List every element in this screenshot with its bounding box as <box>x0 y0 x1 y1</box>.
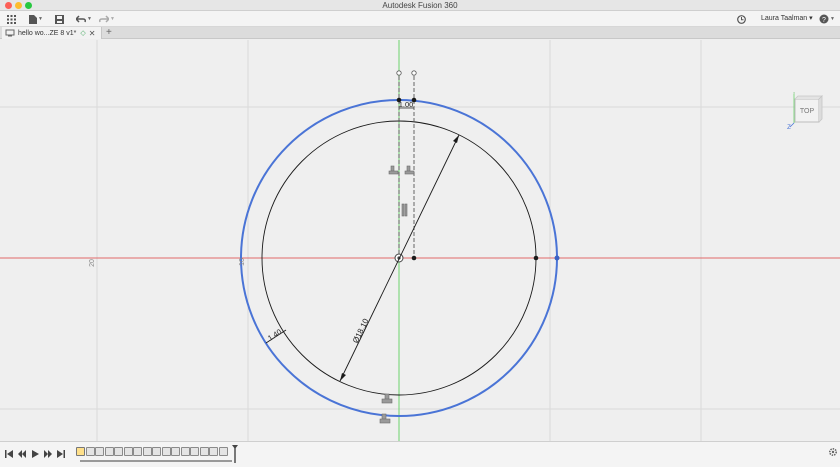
dimension-endpoint[interactable] <box>396 70 402 76</box>
timeline-bar <box>0 441 840 467</box>
grid-icon <box>6 14 16 24</box>
design-canvas[interactable]: 1.00 Ø18.10 1.40 20 10 TOP Y Z <box>0 40 840 441</box>
window-title: Autodesk Fusion 360 <box>382 1 458 10</box>
go-to-start-button[interactable] <box>4 448 14 460</box>
skip-start-icon <box>5 450 13 458</box>
timeline-feature-extrude[interactable] <box>95 447 104 456</box>
document-tab[interactable]: hello wo...ZE 8 v1* ◇ ✕ <box>2 27 102 39</box>
play-button[interactable] <box>30 448 40 460</box>
view-cube-z-label: Z <box>787 125 791 131</box>
timeline-feature-sketch[interactable] <box>142 447 152 456</box>
job-status-button[interactable] <box>736 12 747 26</box>
dimension-arrow <box>340 373 346 381</box>
diameter-dimension-label[interactable]: Ø18.10 <box>351 317 371 345</box>
help-icon: ? <box>819 14 829 24</box>
width-dimension-label[interactable]: 1.00 <box>399 100 414 109</box>
fix-constraint-icon[interactable] <box>381 393 393 404</box>
window-titlebar: Autodesk Fusion 360 <box>0 0 840 11</box>
timeline-settings-gear-icon[interactable] <box>828 447 838 457</box>
document-tab-bar: hello wo...ZE 8 v1* ◇ ✕ + <box>0 27 840 39</box>
dimension-endpoint[interactable] <box>411 70 417 76</box>
close-tab-icon[interactable]: ✕ <box>89 29 96 38</box>
sketch-point[interactable] <box>533 255 539 261</box>
fix-constraint-icon[interactable] <box>404 165 415 175</box>
timeline-feature-extrude[interactable] <box>180 447 190 456</box>
constraint-glyphs[interactable] <box>379 165 415 424</box>
timeline-feature-extrude[interactable] <box>114 447 123 456</box>
data-panel-button[interactable] <box>5 12 17 26</box>
file-menu-button[interactable]: ▼ <box>27 12 45 26</box>
timeline-feature-extrude[interactable] <box>85 447 95 456</box>
chevron-down-icon: ▼ <box>830 16 835 22</box>
timeline-feature-sketch[interactable] <box>190 447 199 456</box>
design-icon <box>5 29 15 37</box>
sync-icon: ◇ <box>80 30 86 37</box>
step-forward-icon <box>44 450 52 458</box>
timeline-feature-extrude[interactable] <box>171 447 180 456</box>
redo-icon <box>99 15 110 23</box>
skip-end-icon <box>57 450 65 458</box>
save-button[interactable] <box>54 12 65 26</box>
timeline-feature-sketch[interactable] <box>123 447 133 456</box>
ruler-label-right: 10 <box>239 258 246 266</box>
sketch-point-selected[interactable] <box>554 255 560 261</box>
chevron-down-icon: ▼ <box>110 16 115 22</box>
file-icon <box>29 14 38 24</box>
timeline-marker[interactable] <box>232 445 238 463</box>
timeline-feature-extrude[interactable] <box>152 447 161 456</box>
document-tab-label: hello wo...ZE 8 v1* <box>18 29 77 37</box>
top-toolbar: ▼ ▼ ▼ Laura Taalman ▾ ? ▼ <box>0 11 840 27</box>
undo-icon <box>76 15 87 23</box>
save-icon <box>55 14 64 24</box>
timeline-track[interactable] <box>80 460 232 462</box>
view-cube-y-label: Y <box>792 92 796 96</box>
timeline-feature-extrude[interactable] <box>199 447 209 456</box>
step-back-icon <box>18 450 26 458</box>
step-forward-button[interactable] <box>43 448 53 460</box>
parallel-constraint-icon[interactable] <box>401 203 408 217</box>
fix-constraint-icon[interactable] <box>388 165 399 175</box>
timeline-feature-sketch[interactable] <box>76 447 85 456</box>
go-to-end-button[interactable] <box>56 448 66 460</box>
clock-icon <box>737 14 746 24</box>
sketch-point[interactable] <box>396 97 402 103</box>
play-icon <box>32 450 39 458</box>
timeline-feature-sketch[interactable] <box>209 447 218 456</box>
help-button[interactable]: ? ▼ <box>818 12 836 26</box>
sketch-point[interactable] <box>411 255 417 261</box>
view-cube[interactable]: TOP Y Z <box>783 92 833 132</box>
undo-button[interactable]: ▼ <box>74 12 94 26</box>
sketch-point[interactable] <box>411 97 417 103</box>
sketch-svg: 1.00 Ø18.10 1.40 20 10 <box>0 40 840 441</box>
chevron-down-icon: ▼ <box>38 16 43 22</box>
user-account-menu[interactable]: Laura Taalman ▾ <box>761 12 813 26</box>
timeline-feature-extrude[interactable] <box>133 447 142 456</box>
timeline-feature-sketch[interactable] <box>161 447 171 456</box>
ruler-label-left: 20 <box>89 259 96 267</box>
svg-text:?: ? <box>822 17 826 24</box>
canvas-grid <box>0 40 840 441</box>
new-tab-button[interactable]: + <box>106 27 112 39</box>
offset-dimension-label[interactable]: 1.40 <box>266 327 283 343</box>
timeline-feature-sketch[interactable] <box>104 447 114 456</box>
chevron-down-icon: ▼ <box>87 16 92 22</box>
dimension-arrow <box>453 135 459 143</box>
view-cube-face-label[interactable]: TOP <box>800 108 815 115</box>
redo-button[interactable]: ▼ <box>97 12 117 26</box>
step-back-button[interactable] <box>17 448 27 460</box>
timeline-feature-extrude[interactable] <box>218 447 228 456</box>
